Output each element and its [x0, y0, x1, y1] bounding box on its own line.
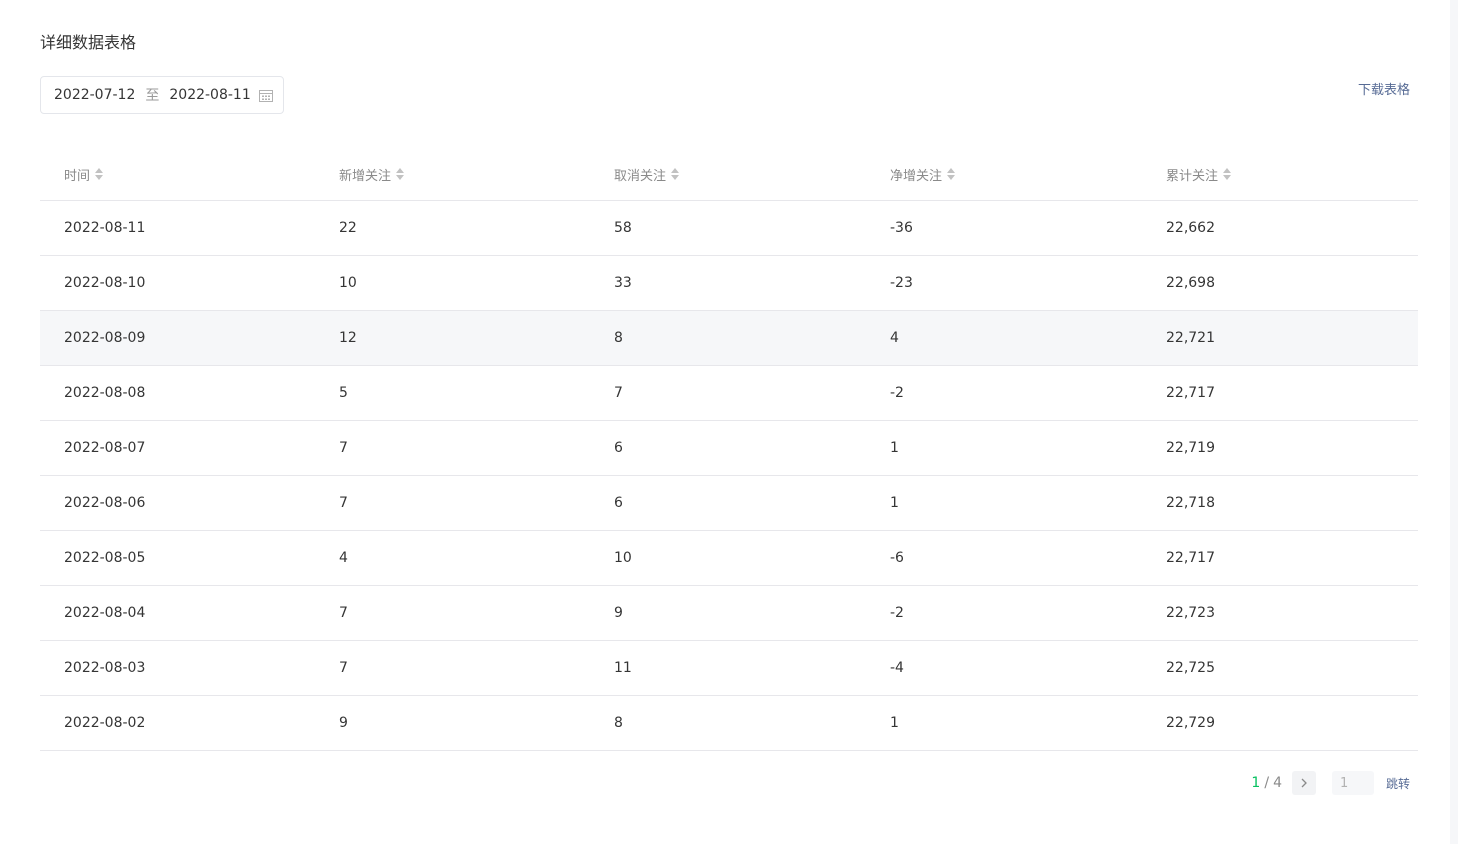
right-gutter — [1450, 0, 1458, 844]
column-header-time[interactable]: 时间 — [40, 165, 315, 184]
column-header-label: 累计关注 — [1166, 168, 1219, 184]
cell-time: 2022-08-08 — [64, 385, 146, 401]
data-table: 时间 新增关注 取消关注 净增关注 累计关注 2022-08-11 22 58 … — [40, 148, 1418, 751]
cell-time: 2022-08-09 — [64, 330, 146, 346]
download-table-link[interactable]: 下载表格 — [1358, 79, 1410, 98]
cell-unfollows: 6 — [614, 495, 623, 511]
cell-total-follows: 22,718 — [1166, 495, 1215, 511]
section-title: 详细数据表格 — [40, 33, 137, 52]
cell-new-follows: 9 — [339, 715, 348, 731]
table-row: 2022-08-08 5 7 -2 22,717 — [40, 366, 1418, 421]
table-row: 2022-08-11 22 58 -36 22,662 — [40, 201, 1418, 256]
cell-new-follows: 5 — [339, 385, 348, 401]
cell-total-follows: 22,721 — [1166, 330, 1215, 346]
cell-total-follows: 22,717 — [1166, 385, 1215, 401]
date-range-picker[interactable]: 2022-07-12 至 2022-08-11 — [40, 76, 284, 114]
cell-total-follows: 22,719 — [1166, 440, 1215, 456]
current-page: 1 — [1251, 775, 1261, 791]
cell-time: 2022-08-05 — [64, 550, 146, 566]
date-range-separator: 至 — [145, 88, 160, 104]
cell-net-follows: 1 — [890, 715, 899, 731]
cell-new-follows: 7 — [339, 440, 348, 456]
cell-unfollows: 8 — [614, 330, 623, 346]
table-row: 2022-08-05 4 10 -6 22,717 — [40, 531, 1418, 586]
page-separator: / — [1264, 775, 1270, 791]
sort-icon[interactable] — [94, 167, 104, 181]
table-header: 时间 新增关注 取消关注 净增关注 累计关注 — [40, 148, 1418, 201]
column-header-new-follows[interactable]: 新增关注 — [315, 165, 590, 184]
sort-icon[interactable] — [1222, 167, 1232, 181]
column-header-label: 净增关注 — [890, 168, 943, 184]
sort-icon[interactable] — [946, 167, 956, 181]
cell-time: 2022-08-04 — [64, 605, 146, 621]
jump-button[interactable]: 跳转 — [1386, 775, 1410, 792]
cell-time: 2022-08-03 — [64, 660, 146, 676]
cell-total-follows: 22,729 — [1166, 715, 1215, 731]
table-row: 2022-08-10 10 33 -23 22,698 — [40, 256, 1418, 311]
chevron-right-icon — [1301, 778, 1307, 788]
table-row: 2022-08-04 7 9 -2 22,723 — [40, 586, 1418, 641]
cell-total-follows: 22,662 — [1166, 220, 1215, 236]
total-pages: 4 — [1273, 775, 1282, 791]
cell-new-follows: 7 — [339, 495, 348, 511]
cell-unfollows: 33 — [614, 275, 632, 291]
cell-net-follows: 1 — [890, 440, 899, 456]
cell-new-follows: 4 — [339, 550, 348, 566]
date-range-end: 2022-08-11 — [169, 87, 251, 103]
cell-time: 2022-08-07 — [64, 440, 146, 456]
page: 详细数据表格 2022-07-12 至 2022-08-11 下载表格 时间 新… — [0, 0, 1458, 844]
cell-net-follows: 1 — [890, 495, 899, 511]
cell-net-follows: 4 — [890, 330, 899, 346]
sort-icon[interactable] — [395, 167, 405, 181]
table-body: 2022-08-11 22 58 -36 22,662 2022-08-10 10 33 -23… — [40, 201, 1418, 751]
cell-total-follows: 22,725 — [1166, 660, 1215, 676]
cell-unfollows: 58 — [614, 220, 632, 236]
sort-icon[interactable] — [670, 167, 680, 181]
cell-total-follows: 22,698 — [1166, 275, 1215, 291]
pagination: 1 / 4 跳转 — [1251, 770, 1410, 796]
column-header-net-follows[interactable]: 净增关注 — [866, 165, 1142, 184]
cell-net-follows: -6 — [890, 550, 904, 566]
column-header-total-follows[interactable]: 累计关注 — [1142, 165, 1418, 184]
column-header-unfollows[interactable]: 取消关注 — [590, 165, 866, 184]
cell-unfollows: 9 — [614, 605, 623, 621]
cell-net-follows: -4 — [890, 660, 904, 676]
cell-total-follows: 22,717 — [1166, 550, 1215, 566]
calendar-icon — [259, 90, 273, 102]
column-header-label: 取消关注 — [614, 168, 667, 184]
cell-new-follows: 22 — [339, 220, 357, 236]
page-number-input[interactable] — [1331, 771, 1374, 795]
cell-time: 2022-08-11 — [64, 220, 146, 236]
cell-new-follows: 7 — [339, 605, 348, 621]
table-row: 2022-08-09 12 8 4 22,721 — [40, 311, 1418, 366]
cell-unfollows: 6 — [614, 440, 623, 456]
cell-net-follows: -2 — [890, 385, 904, 401]
column-header-label: 时间 — [64, 168, 91, 184]
table-row: 2022-08-07 7 6 1 22,719 — [40, 421, 1418, 476]
cell-unfollows: 8 — [614, 715, 623, 731]
date-range-start: 2022-07-12 — [54, 87, 136, 103]
cell-unfollows: 7 — [614, 385, 623, 401]
cell-time: 2022-08-06 — [64, 495, 146, 511]
cell-net-follows: -2 — [890, 605, 904, 621]
cell-new-follows: 7 — [339, 660, 348, 676]
column-header-label: 新增关注 — [339, 168, 392, 184]
cell-time: 2022-08-10 — [64, 275, 146, 291]
table-row: 2022-08-02 9 8 1 22,729 — [40, 696, 1418, 751]
next-page-button[interactable] — [1291, 771, 1316, 795]
cell-time: 2022-08-02 — [64, 715, 146, 731]
cell-total-follows: 22,723 — [1166, 605, 1215, 621]
cell-net-follows: -23 — [890, 275, 913, 291]
cell-net-follows: -36 — [890, 220, 913, 236]
cell-unfollows: 10 — [614, 550, 632, 566]
table-row: 2022-08-03 7 11 -4 22,725 — [40, 641, 1418, 696]
cell-new-follows: 10 — [339, 275, 357, 291]
cell-new-follows: 12 — [339, 330, 357, 346]
table-row: 2022-08-06 7 6 1 22,718 — [40, 476, 1418, 531]
cell-unfollows: 11 — [614, 660, 632, 676]
